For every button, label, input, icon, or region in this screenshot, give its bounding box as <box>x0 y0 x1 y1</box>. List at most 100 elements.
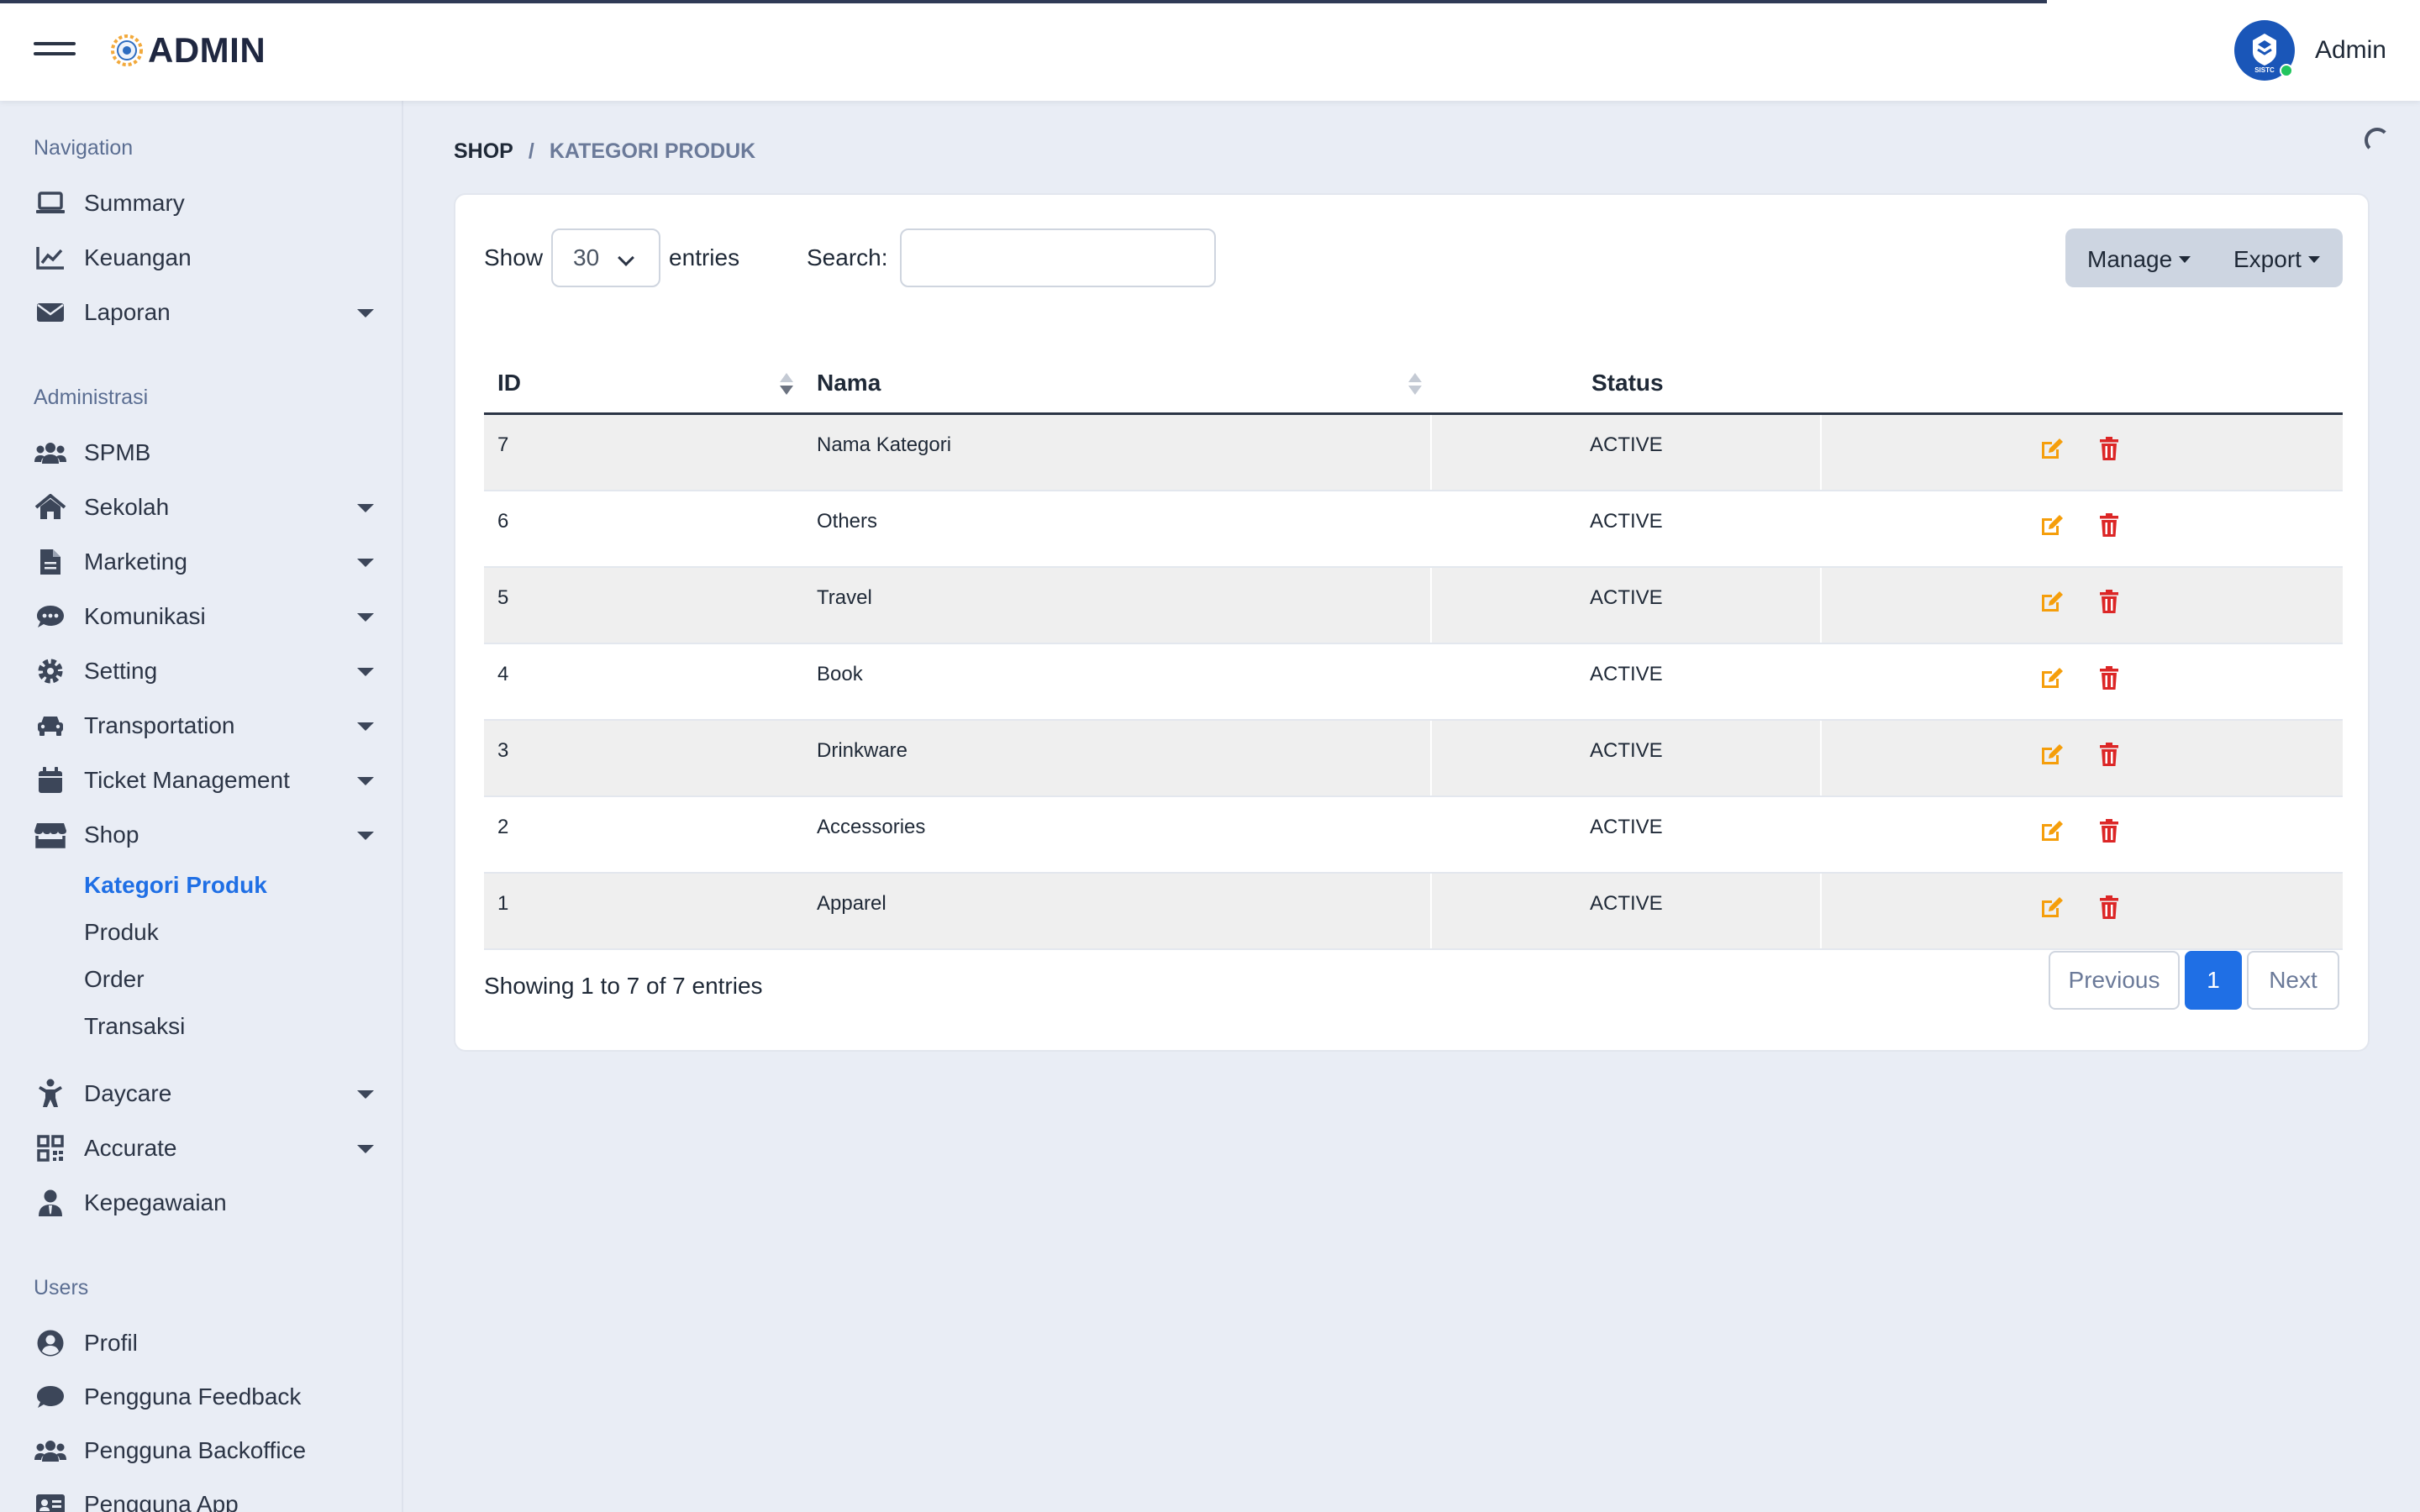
caret-down-icon <box>357 777 374 785</box>
sidebar-item-laporan[interactable]: Laporan <box>34 289 374 336</box>
sidebar: Navigation Summary Keuangan Laporan Admi… <box>0 101 403 1512</box>
sidebar-item-label: Accurate <box>84 1135 177 1161</box>
sidebar-item-shop[interactable]: Shop <box>34 811 374 858</box>
cell-id: 1 <box>497 892 509 915</box>
sidebar-subitem-transaksi[interactable]: Transaksi <box>84 1013 185 1040</box>
sidebar-item-komunikasi[interactable]: Komunikasi <box>34 593 374 640</box>
cell-id: 6 <box>497 510 509 533</box>
cell-status: ACTIVE <box>1590 433 1663 456</box>
caret-down-icon <box>357 1090 374 1099</box>
breadcrumb: SHOP / KATEGORI PRODUK <box>454 139 755 164</box>
breadcrumb-separator: / <box>528 139 534 163</box>
sidebar-item-pengguna-feedback[interactable]: Pengguna Feedback <box>34 1373 374 1420</box>
column-header-nama[interactable]: Nama <box>817 370 881 396</box>
sidebar-item-label: Marketing <box>84 549 187 575</box>
edit-icon[interactable] <box>2039 817 2065 844</box>
column-divider <box>1820 797 1822 872</box>
id-card-icon <box>34 1488 67 1512</box>
cell-id: 5 <box>497 586 509 609</box>
sidebar-subitem-produk[interactable]: Produk <box>84 919 159 946</box>
sidebar-item-ticket-management[interactable]: Ticket Management <box>34 757 374 804</box>
sidebar-item-kepegawaian[interactable]: Kepegawaian <box>34 1179 374 1226</box>
search-input[interactable] <box>899 228 1216 287</box>
avatar[interactable]: SISTC <box>2233 20 2295 81</box>
table-header: ID Nama Status <box>484 336 2343 415</box>
export-label: Export <box>2233 246 2302 272</box>
user-menu[interactable]: SISTC Admin <box>2233 20 2386 81</box>
chevron-down-icon <box>618 249 634 266</box>
sidebar-item-spmb[interactable]: SPMB <box>34 429 374 476</box>
search-label: Search: <box>807 244 888 270</box>
cell-nama: Drinkware <box>817 739 908 762</box>
sidebar-subitem-order[interactable]: Order <box>84 966 145 993</box>
sidebar-item-daycare[interactable]: Daycare <box>34 1070 374 1117</box>
caret-down-icon <box>2179 256 2191 263</box>
trash-icon[interactable] <box>2096 894 2123 921</box>
sort-icon[interactable] <box>780 373 793 396</box>
column-header-id[interactable]: ID <box>497 370 521 396</box>
sidebar-item-summary[interactable]: Summary <box>34 180 374 227</box>
logo[interactable]: ADMIN <box>109 30 266 71</box>
sidebar-item-label: Transportation <box>84 712 235 738</box>
entries-select[interactable]: 30 <box>551 228 661 287</box>
user-name[interactable]: Admin <box>2315 36 2386 65</box>
sidebar-item-label: Laporan <box>84 299 171 325</box>
trash-icon[interactable] <box>2096 588 2123 615</box>
column-divider <box>1430 721 1432 795</box>
loading-progress-bar <box>0 0 2047 3</box>
manage-dropdown-button[interactable]: Manage <box>2087 246 2191 273</box>
edit-icon[interactable] <box>2039 894 2065 921</box>
sort-icon[interactable] <box>1408 373 1422 396</box>
table-row: 7 Nama Kategori ACTIVE <box>484 415 2343 491</box>
trash-icon[interactable] <box>2096 512 2123 538</box>
trash-icon[interactable] <box>2096 817 2123 844</box>
hamburger-menu-icon[interactable] <box>34 42 76 59</box>
column-divider <box>1430 415 1432 490</box>
comment-icon <box>34 1380 67 1414</box>
next-page-button[interactable]: Next <box>2247 951 2339 1010</box>
edit-icon[interactable] <box>2039 512 2065 538</box>
sidebar-item-setting[interactable]: Setting <box>34 648 374 695</box>
entries-select-value: 30 <box>573 244 600 270</box>
export-dropdown-button[interactable]: Export <box>2233 246 2320 273</box>
caret-down-icon <box>357 832 374 840</box>
sidebar-item-sekolah[interactable]: Sekolah <box>34 484 374 531</box>
sidebar-subitem-kategori-produk[interactable]: Kategori Produk <box>84 872 267 899</box>
show-label: Show <box>484 244 544 270</box>
trash-icon[interactable] <box>2096 741 2123 768</box>
trash-icon[interactable] <box>2096 664 2123 691</box>
sidebar-item-label: Kepegawaian <box>84 1189 227 1215</box>
sidebar-item-profil[interactable]: Profil <box>34 1320 374 1367</box>
column-divider <box>1820 568 1822 643</box>
sidebar-item-pengguna-backoffice[interactable]: Pengguna Backoffice <box>34 1427 374 1474</box>
edit-icon[interactable] <box>2039 664 2065 691</box>
home-icon <box>34 491 67 524</box>
page-1-button[interactable]: 1 <box>2185 951 2242 1010</box>
sidebar-item-pengguna-app[interactable]: Pengguna App <box>34 1481 374 1512</box>
caret-down-icon <box>357 613 374 622</box>
column-header-status: Status <box>1591 370 1664 396</box>
edit-icon[interactable] <box>2039 435 2065 462</box>
sidebar-item-accurate[interactable]: Accurate <box>34 1125 374 1172</box>
column-divider <box>1430 568 1432 643</box>
edit-icon[interactable] <box>2039 588 2065 615</box>
previous-page-button[interactable]: Previous <box>2049 951 2180 1010</box>
chart-line-icon <box>34 241 67 275</box>
cell-nama: Others <box>817 510 878 533</box>
column-divider <box>1430 797 1432 872</box>
sidebar-item-transportation[interactable]: Transportation <box>34 702 374 749</box>
trash-icon[interactable] <box>2096 435 2123 462</box>
sidebar-item-marketing[interactable]: Marketing <box>34 538 374 585</box>
edit-icon[interactable] <box>2039 741 2065 768</box>
caret-down-icon <box>357 559 374 567</box>
cell-id: 4 <box>497 663 509 685</box>
table-info: Showing 1 to 7 of 7 entries <box>484 973 763 999</box>
cell-nama: Apparel <box>817 892 886 915</box>
data-table-card: Show 30 entries Search: Manage Export ID… <box>454 193 2370 1052</box>
entries-label: entries <box>669 244 740 270</box>
breadcrumb-shop-link[interactable]: SHOP <box>454 139 513 164</box>
column-divider <box>1820 644 1822 719</box>
sidebar-item-label: Profil <box>84 1330 138 1356</box>
loading-spinner-icon <box>2365 128 2390 153</box>
sidebar-item-keuangan[interactable]: Keuangan <box>34 234 374 281</box>
